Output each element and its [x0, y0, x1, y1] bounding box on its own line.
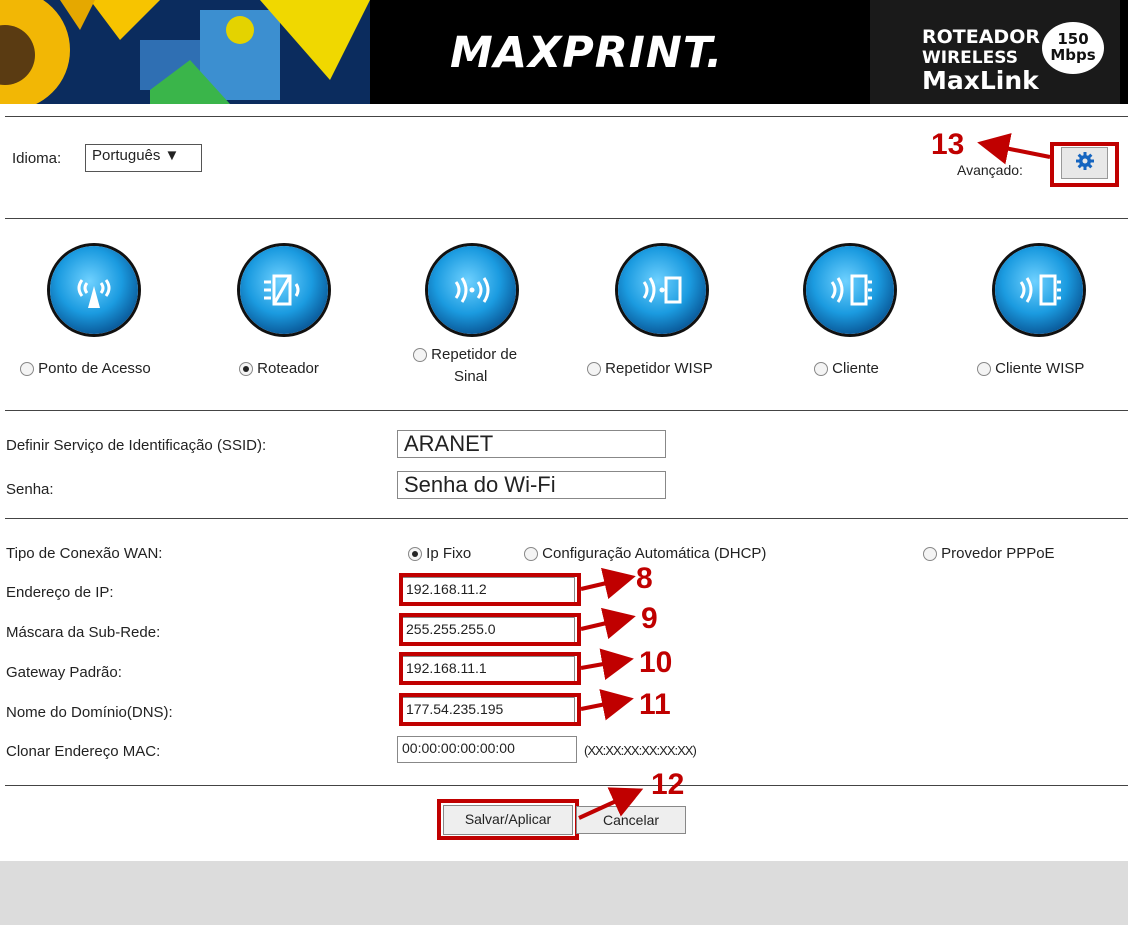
arrow-13: [977, 133, 1051, 165]
annotation-10: 10: [639, 646, 673, 679]
annotation-11: 11: [639, 688, 671, 721]
arrow-9: [580, 607, 636, 640]
footer-bar: [0, 861, 1128, 925]
annotation-12: 12: [651, 768, 685, 801]
annotation-9: 9: [641, 602, 658, 635]
arrow-11: [580, 689, 634, 721]
arrow-12: [578, 787, 644, 820]
arrow-8: [580, 567, 636, 600]
annotation-8: 8: [636, 562, 653, 595]
annotation-arrows: [578, 133, 1051, 820]
arrow-10: [580, 648, 634, 680]
